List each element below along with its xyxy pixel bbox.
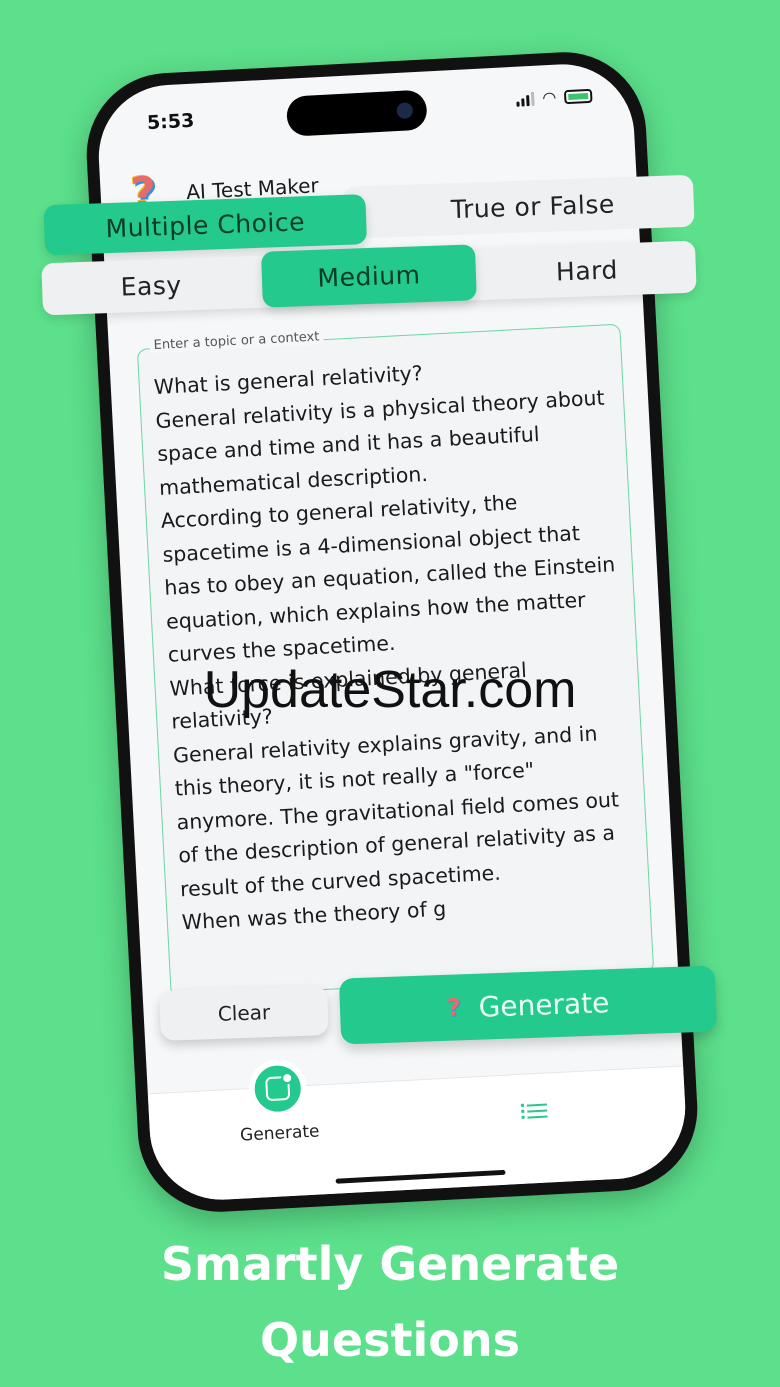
watermark: UpdateStar.com — [203, 661, 577, 719]
clear-button[interactable]: Clear — [159, 985, 329, 1041]
generate-button-label: Generate — [478, 985, 610, 1024]
option-easy[interactable]: Easy — [41, 256, 261, 316]
dynamic-island — [285, 89, 428, 137]
camera-icon — [396, 102, 414, 120]
option-hard[interactable]: Hard — [477, 241, 697, 301]
clear-button-label: Clear — [217, 1000, 271, 1026]
generate-tab-icon — [264, 1076, 291, 1102]
nav-generate-tab[interactable]: Generate — [236, 1058, 320, 1146]
topic-textarea-value[interactable]: What is general relativity? General rela… — [153, 347, 636, 939]
home-indicator — [335, 1169, 506, 1184]
status-icons: ◠ — [516, 87, 593, 108]
wifi-icon: ◠ — [541, 87, 557, 108]
option-true-or-false-label: True or False — [450, 188, 616, 224]
nav-generate-button[interactable] — [246, 1058, 308, 1120]
option-true-or-false[interactable]: True or False — [373, 175, 693, 238]
promo-stage: 5:53 ◠ ? AI Test Maker Enter a topic or … — [0, 0, 780, 1387]
list-icon[interactable] — [521, 1100, 548, 1121]
option-medium-label: Medium — [316, 259, 421, 293]
bottom-nav: Generate — [147, 1058, 689, 1204]
generate-button[interactable]: ? Generate — [338, 965, 718, 1045]
nav-generate-label: Generate — [239, 1121, 320, 1146]
promo-caption: Smartly Generate Questions — [0, 1226, 780, 1378]
signal-icon — [516, 91, 535, 107]
caption-line-1: Smartly Generate — [160, 1237, 620, 1291]
battery-icon — [563, 88, 593, 105]
option-easy-label: Easy — [120, 270, 183, 302]
status-time: 5:53 — [146, 109, 195, 135]
caption-line-2: Questions — [260, 1313, 520, 1367]
option-multiple-choice-label: Multiple Choice — [105, 206, 306, 243]
option-medium[interactable]: Medium — [261, 244, 477, 308]
question-mark-icon: ? — [446, 993, 462, 1022]
topic-textarea-label: Enter a topic or a context — [149, 329, 324, 354]
option-hard-label: Hard — [555, 254, 619, 286]
status-bar: 5:53 ◠ — [95, 61, 634, 159]
